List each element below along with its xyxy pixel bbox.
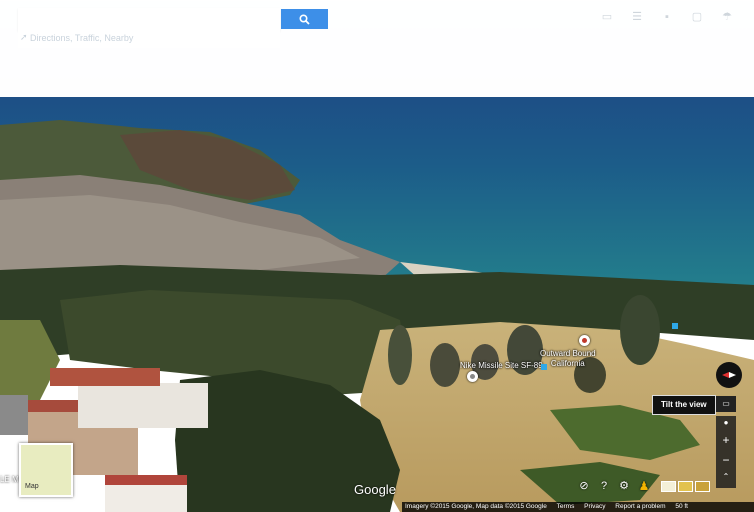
expand-chevron-icon[interactable]: ⌃ — [716, 470, 736, 484]
layer-swatch[interactable] — [695, 480, 710, 492]
nike-missile-marker-icon[interactable] — [467, 371, 478, 382]
map-thumb-label: Map — [25, 483, 39, 490]
outward-bound-marker-icon[interactable] — [579, 335, 590, 346]
pegman-icon[interactable]: ♟ — [637, 479, 651, 493]
tilt-view-button[interactable]: ▭ — [716, 396, 736, 412]
bottom-controls: ⊘ ? ⚙ ♟ — [577, 476, 710, 496]
report-problem-link[interactable]: Report a problem — [615, 503, 665, 510]
layer-swatch[interactable] — [661, 480, 676, 492]
location-dot-icon[interactable]: ● — [716, 416, 736, 430]
zoom-panel: ● + − ⌃ — [716, 416, 736, 488]
tilt-tooltip: Tilt the view — [652, 395, 716, 415]
terms-link[interactable]: Terms — [557, 503, 575, 510]
settings-gear-icon[interactable]: ⚙ — [617, 479, 631, 493]
compass[interactable] — [716, 362, 742, 388]
privacy-link[interactable]: Privacy — [584, 503, 605, 510]
side-place-label: LE M — [0, 475, 19, 484]
search-button[interactable] — [281, 9, 328, 29]
imagery-credit: Imagery ©2015 Google, Map data ©2015 Goo… — [405, 503, 547, 510]
directions-text: Directions, Traffic, Nearby — [30, 33, 134, 43]
help-icon[interactable]: ? — [597, 479, 611, 493]
nike-missile-label[interactable]: Nike Missile Site SF-89 — [460, 361, 543, 370]
attribution-bar: Imagery ©2015 Google, Map data ©2015 Goo… — [402, 502, 754, 512]
notifications-icon[interactable]: ▪ — [660, 10, 674, 24]
search-icon — [299, 14, 310, 25]
directions-icon: ➚ — [20, 32, 28, 42]
zoom-in-button[interactable]: + — [716, 430, 736, 450]
compass-arrow-icon — [722, 372, 736, 378]
zoom-out-button[interactable]: − — [716, 450, 736, 470]
share-icon[interactable]: ▢ — [690, 10, 704, 24]
top-right-icons: ▭ ☰ ▪ ▢ ☂ — [600, 10, 734, 24]
layer-swatches[interactable] — [661, 480, 710, 492]
layer-swatch[interactable] — [678, 480, 693, 492]
earth-globe-icon[interactable]: ⊘ — [577, 479, 591, 493]
map-view-toggle[interactable]: Map — [19, 443, 73, 497]
directions-row[interactable]: ➚ Directions, Traffic, Nearby — [18, 30, 280, 48]
transit-marker-icon[interactable] — [541, 364, 547, 370]
search-box[interactable] — [18, 8, 284, 31]
transit-marker-icon[interactable] — [672, 323, 678, 329]
google-logo: Google — [354, 482, 396, 497]
scale-label: 50 ft — [675, 503, 688, 510]
search-input[interactable] — [18, 8, 284, 30]
bookmark-icon[interactable]: ▭ — [600, 10, 614, 24]
apps-grid-icon[interactable]: ☰ — [630, 10, 644, 24]
account-avatar-icon[interactable]: ☂ — [720, 10, 734, 24]
outward-bound-label[interactable]: Outward Bound California — [540, 349, 596, 369]
